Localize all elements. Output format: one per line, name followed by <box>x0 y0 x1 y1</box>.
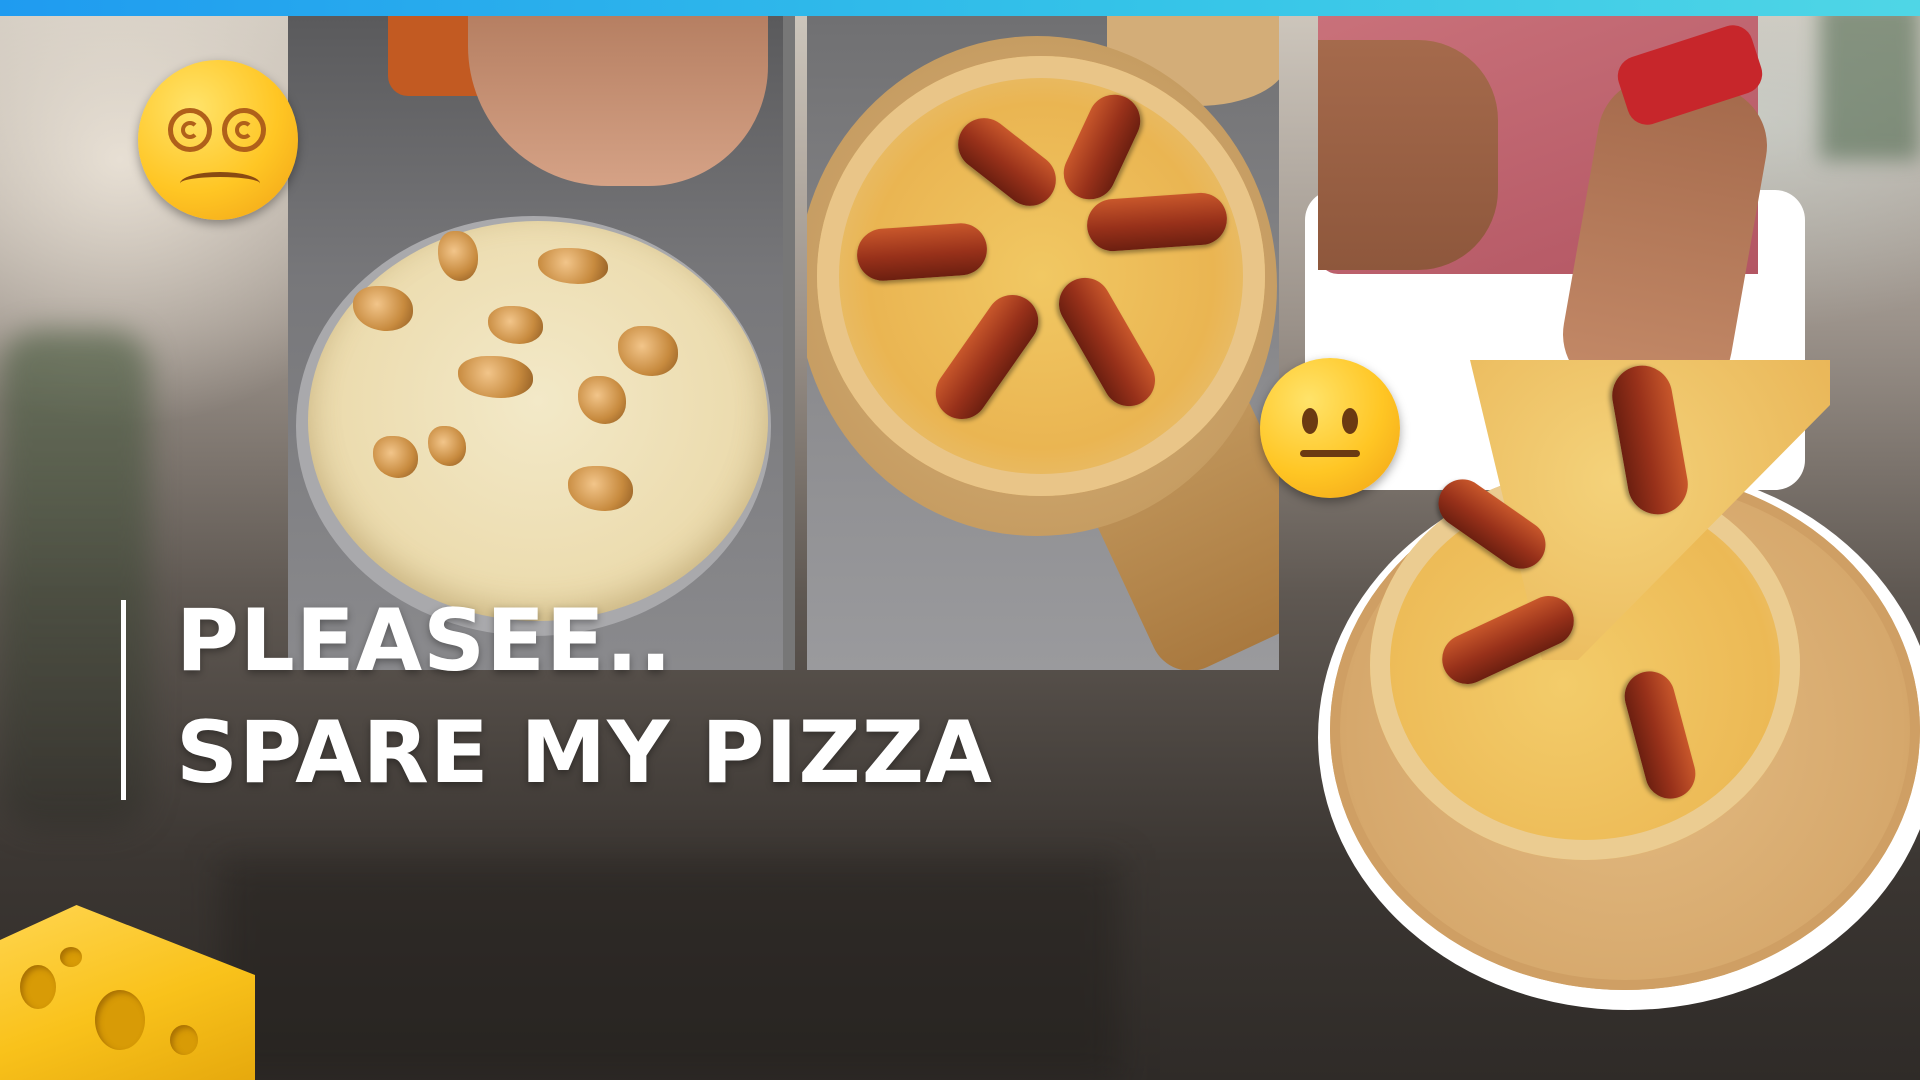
eye-left <box>1302 408 1318 434</box>
photo-dough-toppings <box>288 16 795 670</box>
sausage <box>855 221 989 283</box>
cheese-hole <box>60 947 82 967</box>
cheese-hole <box>95 990 145 1050</box>
pizza-dough <box>308 221 768 621</box>
headline-divider <box>121 600 126 800</box>
person-left-hand <box>1318 40 1498 270</box>
background-plant-right <box>1820 0 1920 160</box>
flat-mouth <box>1300 450 1360 457</box>
eye-right <box>1342 408 1358 434</box>
sausage <box>1085 191 1229 253</box>
background-plant-blur <box>0 330 150 830</box>
headline-line-2: SPARE MY PIZZA <box>176 703 993 803</box>
headline: PLEASEE.. SPARE MY PIZZA <box>176 585 993 809</box>
neutral-face-emoji-icon <box>1260 358 1400 498</box>
spiral-eye-left <box>168 108 212 152</box>
top-accent-bar <box>0 0 1920 16</box>
wavy-mouth <box>180 172 260 195</box>
headline-line-1: PLEASEE.. <box>176 591 673 691</box>
cheese-hole <box>20 965 56 1009</box>
hand-sprinkling <box>468 16 768 186</box>
cheese-hole <box>170 1025 198 1055</box>
spiral-eye-right <box>222 108 266 152</box>
photo-pizza-sausages <box>807 16 1279 670</box>
background-shadow <box>220 860 1120 1080</box>
dizzy-face-emoji-icon <box>138 60 298 220</box>
